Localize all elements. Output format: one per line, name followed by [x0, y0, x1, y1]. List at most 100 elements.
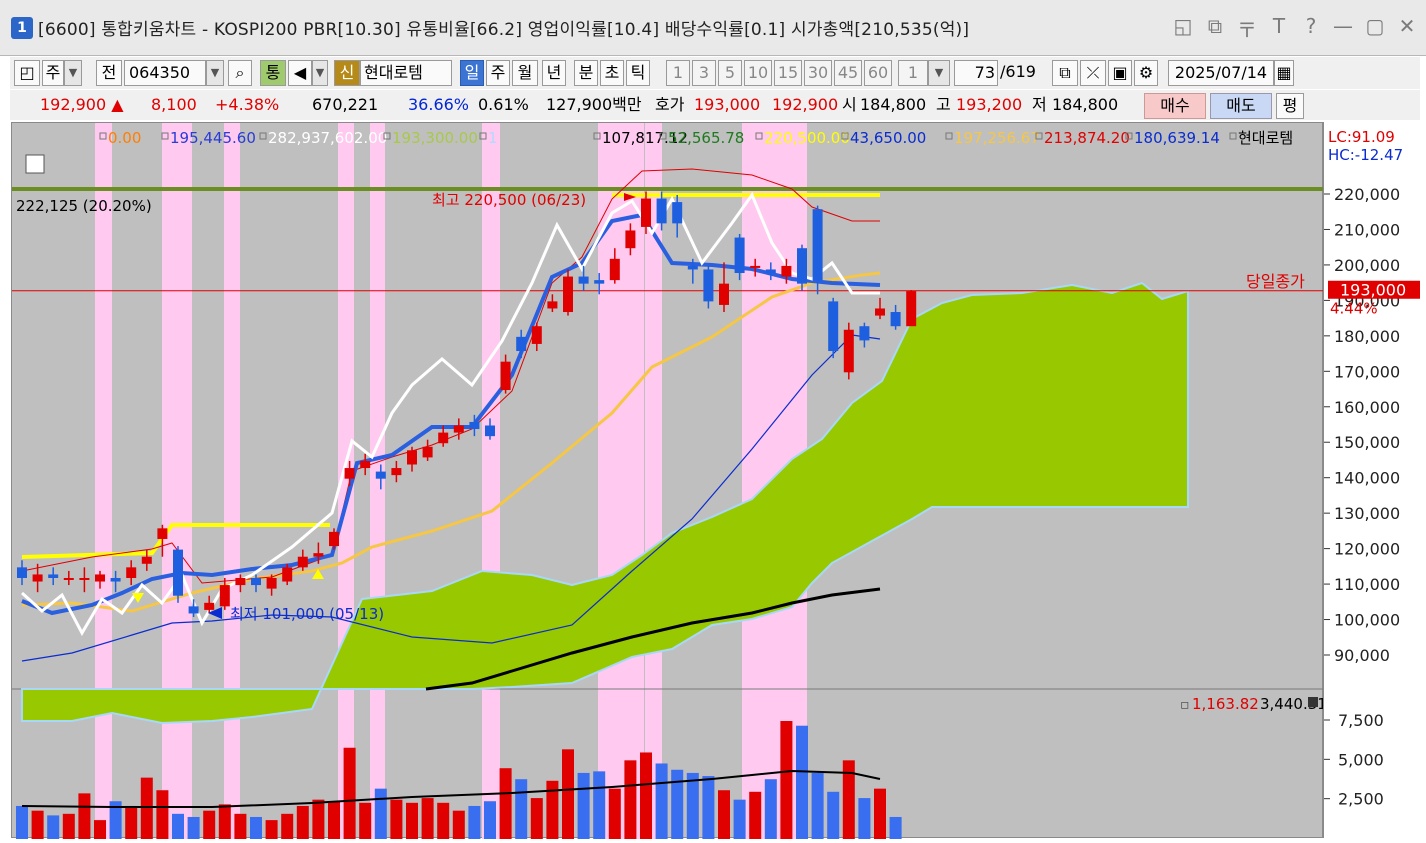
interval-30[interactable]: 30	[804, 60, 832, 86]
legend-item: 282,937,602.00	[268, 129, 387, 147]
highlight-band	[95, 123, 112, 839]
tab-tick[interactable]: 틱	[626, 60, 650, 86]
interval-60[interactable]: 60	[864, 60, 892, 86]
close-price-axis-label: 193,000	[1340, 281, 1406, 300]
search-icon[interactable]: ⌕	[228, 60, 252, 86]
text-icon[interactable]: T	[1268, 14, 1290, 43]
interval-dropdown-icon[interactable]: ▼	[928, 60, 950, 86]
volume-bar	[655, 763, 668, 839]
candle-body	[188, 606, 199, 614]
candle-body	[204, 602, 215, 610]
volume-tick-label: 5,000	[1338, 750, 1384, 769]
price-tick-label: 130,000	[1334, 504, 1400, 523]
buy-button[interactable]: 매수	[1144, 93, 1206, 119]
close-pct-label: 4.44%	[1330, 300, 1378, 318]
volume-bar	[515, 779, 528, 839]
tab-week[interactable]: 주	[486, 60, 510, 86]
code-dropdown-icon[interactable]: ▼	[206, 60, 224, 86]
grid-toggle-icon	[25, 154, 45, 174]
pyeong-button[interactable]: 평	[1276, 93, 1304, 119]
period-select[interactable]: 주	[42, 60, 64, 86]
candle-body	[625, 230, 636, 249]
vol-legend-1: 1,163.82	[1192, 695, 1259, 713]
volume-bar	[187, 816, 200, 839]
tab-second[interactable]: 초	[600, 60, 624, 86]
tab-day[interactable]: 일	[460, 60, 484, 86]
volume-bar	[827, 791, 840, 839]
shin-button[interactable]: 신	[334, 60, 360, 86]
candle-body	[750, 265, 761, 268]
candle-body	[157, 528, 168, 539]
quote-bar: 192,900 ▲ 8,100 +4.38% 670,221 36.66% 0.…	[10, 90, 1420, 120]
tab-month[interactable]: 월	[512, 60, 538, 86]
volume-bar	[296, 805, 309, 839]
pin-icon[interactable]: 〒	[1236, 14, 1258, 43]
date-input[interactable]: 2025/07/14	[1168, 60, 1274, 86]
volume-bar	[780, 721, 793, 839]
minimize-icon[interactable]: —	[1332, 14, 1354, 43]
window-copy-icon[interactable]: ⧉	[1204, 14, 1226, 43]
highlight-band	[370, 123, 385, 839]
volume-bar	[593, 771, 606, 839]
price-tick-label: 170,000	[1334, 362, 1400, 381]
code-input[interactable]: 064350	[124, 60, 206, 86]
tab-minute[interactable]: 분	[574, 60, 598, 86]
candle-body	[859, 326, 870, 341]
candle-body	[578, 276, 589, 284]
up-arrow-icon: ▲	[111, 95, 124, 114]
panel-close-icon	[1308, 697, 1318, 707]
interval-15[interactable]: 15	[774, 60, 802, 86]
interval-10[interactable]: 10	[744, 60, 772, 86]
toolbar-menu-icon[interactable]: ◰	[14, 60, 40, 86]
tong-button[interactable]: 통	[260, 60, 286, 86]
current-price-value: 192,900	[40, 95, 107, 114]
volume-bar	[874, 788, 886, 839]
close-label: 당일종가	[1246, 272, 1305, 291]
price-chart-svg[interactable]: 0.00 195,445.60 282,937,602.00 193,300.00 1 1…	[12, 123, 1327, 839]
low-price: 184,800	[1052, 95, 1119, 114]
candle-body	[251, 577, 261, 586]
sound-dropdown-icon[interactable]: ▼	[312, 60, 328, 86]
interval-3[interactable]: 3	[692, 60, 716, 86]
interval-5[interactable]: 5	[718, 60, 742, 86]
save-icon[interactable]: ▣	[1108, 60, 1132, 86]
count-input[interactable]: 73	[954, 60, 998, 86]
period-dropdown-icon[interactable]: ▼	[64, 60, 82, 86]
candle-type-icon[interactable]: ⧉	[1052, 60, 1078, 86]
price-tick-label: 150,000	[1334, 433, 1400, 452]
legend-marker-icon	[259, 132, 267, 140]
hc-label: HC:-12.47	[1328, 146, 1403, 164]
open-label: 시	[842, 95, 857, 114]
close-icon[interactable]: ✕	[1396, 14, 1418, 43]
candle-body	[453, 425, 464, 433]
candle-body	[32, 574, 43, 582]
volume-bar	[281, 813, 294, 839]
interval-input[interactable]: 1	[898, 60, 928, 86]
candle-body	[547, 301, 558, 309]
candle-body	[141, 556, 152, 564]
candle-body	[407, 450, 417, 465]
tool-icon[interactable]: ⤫	[1080, 60, 1106, 86]
interval-1[interactable]: 1	[666, 60, 690, 86]
interval-45[interactable]: 45	[834, 60, 862, 86]
volume-bar	[702, 776, 715, 839]
sell-button[interactable]: 매도	[1210, 93, 1272, 119]
tab-year[interactable]: 년	[542, 60, 566, 86]
maximize-icon[interactable]: ▢	[1364, 14, 1386, 43]
chart-area[interactable]: 0.00 195,445.60 282,937,602.00 193,300.00 1 1…	[11, 122, 1327, 839]
window-split-icon[interactable]: ◱	[1172, 14, 1194, 43]
volume-tick-label: 7,500	[1338, 711, 1384, 730]
candle-body	[110, 577, 121, 582]
stock-name-field[interactable]: 현대로템	[360, 60, 452, 86]
volume-bar	[343, 747, 356, 839]
prev-button[interactable]: 전	[96, 60, 122, 86]
vol-legend-marker-icon: ▫	[1180, 697, 1190, 713]
calendar-icon[interactable]: ▦	[1274, 60, 1294, 86]
gear-icon[interactable]: ⚙	[1134, 60, 1158, 86]
help-icon[interactable]: ?	[1300, 14, 1322, 43]
sound-icon[interactable]: ◀	[288, 60, 312, 86]
candle-body	[641, 198, 651, 227]
highlight-band	[224, 123, 240, 839]
candle-body	[594, 280, 605, 284]
volume-bar	[718, 790, 730, 839]
